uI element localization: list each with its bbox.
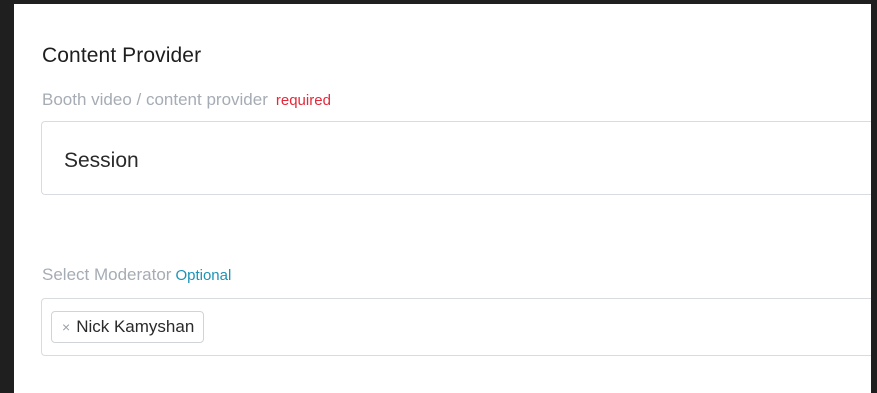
moderator-label-text: Select Moderator bbox=[42, 265, 172, 284]
moderator-chip-label: Nick Kamyshan bbox=[76, 317, 195, 336]
form-panel: Content Provider Booth video / content p… bbox=[14, 4, 877, 393]
optional-tag: Optional bbox=[175, 267, 232, 284]
content-provider-select[interactable]: Session bbox=[41, 121, 877, 195]
moderator-chip: × Nick Kamyshan bbox=[51, 311, 205, 343]
close-icon[interactable]: × bbox=[62, 320, 70, 334]
content-provider-value: Session bbox=[64, 149, 139, 172]
window-edge bbox=[871, 0, 877, 393]
content-provider-label-text: Booth video / content provider bbox=[42, 90, 268, 109]
content-provider-label: Booth video / content provider required bbox=[42, 90, 331, 110]
required-tag: required bbox=[275, 92, 331, 109]
section-title: Content Provider bbox=[42, 44, 202, 67]
moderator-label: Select Moderator Optional bbox=[42, 265, 231, 285]
moderator-select[interactable]: × Nick Kamyshan bbox=[41, 298, 877, 356]
